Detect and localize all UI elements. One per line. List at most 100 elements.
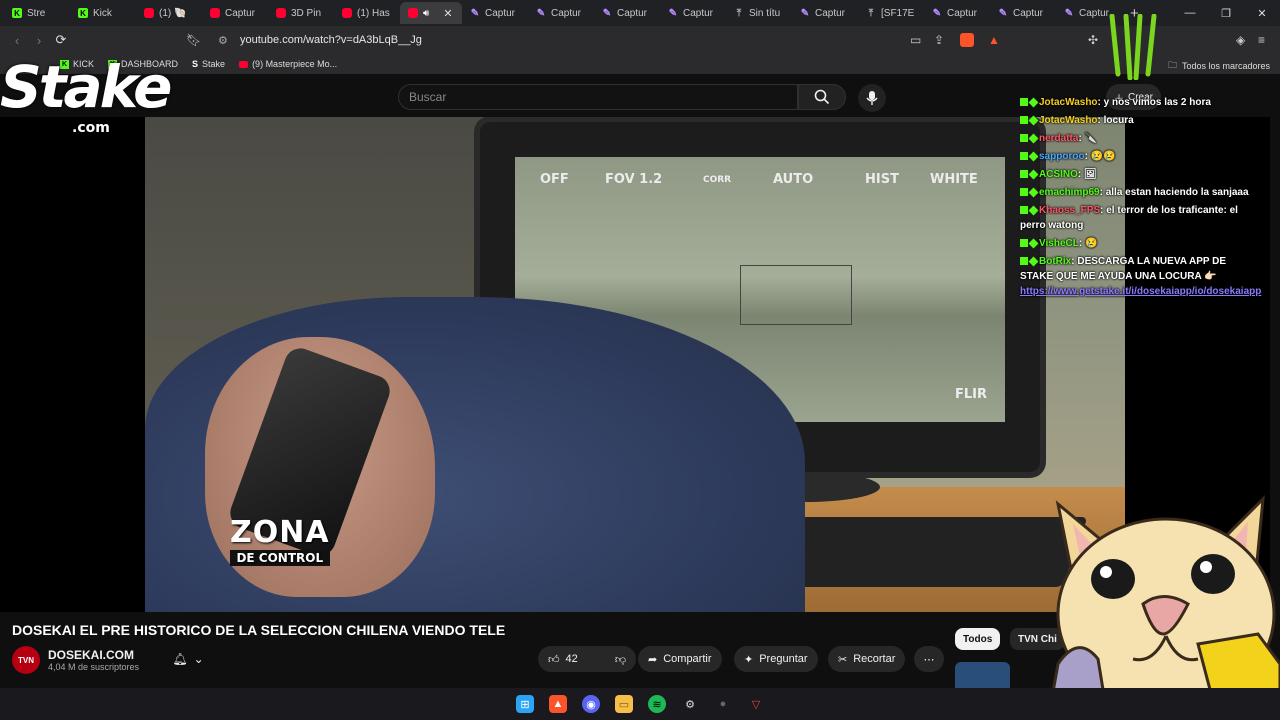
tab-label: Captur [1013, 7, 1044, 19]
audio-playing-icon[interactable]: 🔊︎ [423, 8, 429, 19]
cast-icon[interactable]: ▭ [910, 26, 921, 54]
channel-name[interactable]: DOSEKAI.COM [48, 648, 139, 662]
bookmark-item[interactable]: (9) Masterpiece Mo... [239, 59, 337, 69]
search-button[interactable] [798, 84, 846, 110]
browser-tab[interactable]: (1) 🐚 [136, 2, 202, 24]
browser-tab[interactable]: K Kick [70, 2, 136, 24]
forward-icon[interactable]: › [28, 33, 50, 48]
bookmark-item[interactable]: S Stake [192, 59, 225, 69]
menu-icon[interactable]: ≡ [1258, 26, 1265, 54]
search-box[interactable] [398, 84, 798, 110]
site-settings-icon[interactable]: ⚙ [218, 34, 240, 47]
share-arrow-icon: ➦ [648, 653, 658, 666]
capture-icon: ✎ [536, 7, 546, 19]
tab-label: Captur [225, 7, 256, 19]
browser-tab[interactable]: ✎ Captur [660, 2, 726, 24]
stake-logo: Stake .com [0, 58, 180, 138]
ask-label: Preguntar [759, 653, 808, 665]
tab-label: 3D Pin [291, 7, 322, 19]
all-bookmarks[interactable]: 🗀 Todos los marcadores [1168, 58, 1270, 74]
chat-link[interactable]: https://www.getstake.it/i/dosekaiapp/io/… [1020, 286, 1261, 297]
screen: K Stre K Kick (1) 🐚 Captur 3D Pin (1) Has 🔊︎ ✕ ✎ Ca… [0, 0, 1280, 720]
discord-icon[interactable]: ◉ [582, 695, 600, 713]
targeting-reticle [740, 265, 852, 325]
chat-message: sapporoo: 😢😢 [1020, 149, 1260, 164]
kick-badge-icon [1020, 257, 1028, 266]
steam-icon[interactable]: ⚙ [681, 695, 699, 713]
chat-username: VisheCL [1039, 238, 1079, 249]
chat-username: JotacWasho [1039, 115, 1098, 126]
subscriber-badge-icon [1028, 169, 1039, 180]
valorant-icon[interactable]: ▽ [747, 695, 765, 713]
share-icon[interactable]: ⇪ [934, 26, 944, 54]
voice-search-button[interactable] [858, 84, 886, 112]
chip-todos[interactable]: Todos [955, 628, 1001, 650]
search-input[interactable] [409, 90, 797, 104]
chat-message: ACSINO: 🖼 [1020, 167, 1260, 182]
browser-tab[interactable]: (1) Has [334, 2, 400, 24]
ask-button[interactable]: ✦ Preguntar [734, 646, 818, 672]
osd-hist: HIST [865, 172, 899, 187]
browser-tab[interactable]: ✎ Captur [528, 2, 594, 24]
bookmark-icon[interactable]: 🔖︎ [186, 33, 206, 47]
channel-avatar[interactable]: TVN [12, 646, 40, 674]
browser-tab[interactable]: ✎ Captur [462, 2, 528, 24]
maximize-icon[interactable]: ❐ [1208, 0, 1244, 26]
brave-rewards-icon[interactable]: ▲ [988, 26, 1000, 54]
capture-icon: ✎ [602, 7, 612, 19]
browser-tab[interactable]: ✎ Captur [924, 2, 990, 24]
extensions-icon[interactable]: ✣ [1088, 26, 1098, 54]
dislike-icon[interactable]: 👎︎ [615, 653, 626, 666]
reload-icon[interactable]: ⟳ [50, 32, 72, 48]
share-button[interactable]: ➦ Compartir [638, 646, 722, 672]
browser-tab[interactable]: ✎ Captur [594, 2, 660, 24]
more-actions-button[interactable]: ⋯ [914, 646, 944, 672]
capture-icon: ✎ [998, 7, 1008, 19]
browser-tab[interactable]: K Stre [4, 2, 70, 24]
youtube-icon [408, 8, 418, 18]
tab-label: Captur [617, 7, 648, 19]
osd-auto: AUTO [773, 172, 814, 187]
obs-icon[interactable]: ● [714, 695, 732, 713]
browser-tab[interactable]: ✎ Captur [792, 2, 858, 24]
minimize-icon[interactable]: — [1172, 0, 1208, 26]
back-icon[interactable]: ‹ [6, 33, 28, 48]
clip-button[interactable]: ✂ Recortar [828, 646, 906, 672]
browser-tab[interactable]: 3D Pin [268, 2, 334, 24]
close-window-icon[interactable]: ✕ [1244, 0, 1280, 26]
channel-info[interactable]: TVN DOSEKAI.COM 4,04 M de suscriptores [12, 646, 139, 674]
bookmarks-bar: K KICK K DASHBOARD S Stake (9) Masterpiece Mo.… [0, 54, 1280, 74]
like-icon[interactable]: 👍︎ [548, 653, 560, 666]
subscriber-badge-icon [1028, 133, 1039, 144]
browser-tab[interactable]: 🔊︎ ✕ [400, 2, 462, 24]
windows-start-icon[interactable]: ⊞ [516, 695, 534, 713]
browser-tab[interactable]: ⤒ [SF17E [858, 2, 924, 24]
chat-username: nerdatta [1039, 133, 1079, 144]
brave-shield-icon[interactable] [960, 26, 974, 54]
stake-com: .com [72, 120, 110, 136]
chat-message: nerdatta: 🔪 [1020, 131, 1260, 146]
tab-label: [SF17E [881, 7, 915, 19]
browser-tab[interactable]: ⤒ Sin títu [726, 2, 792, 24]
address-bar[interactable]: 🔖︎ ⚙ youtube.com/watch?v=dA3bLqB__Jg [186, 29, 1006, 51]
browser-tab[interactable]: Captur [202, 2, 268, 24]
browser-tab[interactable]: ✎ Captur [990, 2, 1056, 24]
subscription-bell-button[interactable]: 🔔︎ ⌄ [160, 646, 216, 672]
subscriber-badge-icon [1028, 238, 1039, 249]
like-count[interactable]: 42 [566, 653, 578, 665]
kick-badge-icon [1020, 188, 1028, 197]
tab-label: Captur [683, 7, 714, 19]
brave-browser-icon[interactable]: ▲ [549, 695, 567, 713]
stream-chat: JotacWasho: y nos vimos las 2 hora JotacW… [1020, 95, 1261, 302]
close-tab-icon[interactable]: ✕ [443, 7, 452, 20]
video-frame: OFF FOV 1.2 CORR AUTO HIST WHITE FLIR ZO… [145, 117, 1125, 612]
all-bookmarks-label: Todos los marcadores [1181, 61, 1270, 71]
chat-message: emachimp69: alla estan haciendo la sanja… [1020, 185, 1260, 200]
spotify-icon[interactable]: ≋ [648, 695, 666, 713]
bell-icon: 🔔︎ [172, 652, 188, 666]
url-text[interactable]: youtube.com/watch?v=dA3bLqB__Jg [240, 34, 422, 46]
subscriber-badge-icon [1028, 187, 1039, 198]
capture-icon: ✎ [932, 7, 942, 19]
file-explorer-icon[interactable]: ▭ [615, 695, 633, 713]
vpn-icon[interactable]: ◈ [1236, 26, 1245, 54]
